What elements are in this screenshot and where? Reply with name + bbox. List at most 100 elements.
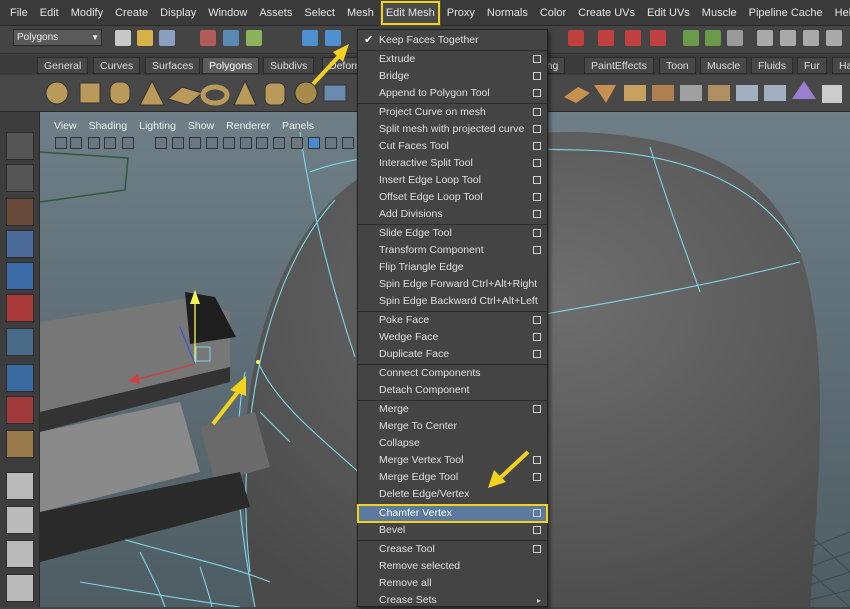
ipr-render-icon[interactable]	[705, 30, 721, 46]
menu-help[interactable]: Help	[829, 0, 850, 26]
output-ops-icon[interactable]	[625, 30, 641, 46]
menu-item-bevel[interactable]: Bevel	[358, 522, 547, 539]
universal-manip-icon[interactable]	[6, 328, 34, 356]
history-icon[interactable]	[568, 30, 584, 46]
menu-item-bridge[interactable]: Bridge	[358, 68, 547, 85]
menu-item-spin-edge-forward-ctrl-alt-right[interactable]: Spin Edge Forward Ctrl+Alt+Right	[358, 276, 547, 293]
viewport-menu-lighting[interactable]: Lighting	[133, 118, 182, 134]
option-box-icon[interactable]	[533, 108, 541, 116]
menu-item-slide-edge-tool[interactable]: Slide Edge Tool	[358, 225, 547, 242]
shelf-tab-curves[interactable]: Curves	[93, 57, 141, 74]
grid-toggle-icon[interactable]	[122, 137, 134, 149]
attribute-editor-icon[interactable]	[757, 30, 773, 46]
menu-edit[interactable]: Edit	[34, 0, 65, 26]
option-box-icon[interactable]	[533, 456, 541, 464]
menu-color[interactable]: Color	[534, 0, 572, 26]
scale-tool-icon[interactable]	[6, 294, 34, 322]
menu-item-detach-component[interactable]: Detach Component	[358, 382, 547, 399]
rotate-tool-icon[interactable]	[6, 262, 34, 290]
option-box-icon[interactable]	[533, 89, 541, 97]
menu-item-append-to-polygon-tool[interactable]: Append to Polygon Tool	[358, 85, 547, 102]
option-box-icon[interactable]	[533, 229, 541, 237]
option-box-icon[interactable]	[533, 246, 541, 254]
outliner-layout-icon[interactable]	[6, 540, 34, 568]
shelf-tab-toon[interactable]: Toon	[659, 57, 696, 74]
shelf-tab-ha[interactable]: Ha	[832, 57, 850, 74]
shelf-polygon-tools[interactable]	[560, 77, 850, 109]
camera-attr-icon[interactable]	[70, 137, 82, 149]
last-tool-icon[interactable]	[6, 430, 34, 458]
show-manip-icon[interactable]	[6, 396, 34, 424]
option-box-icon[interactable]	[533, 193, 541, 201]
shadows-icon[interactable]	[240, 137, 252, 149]
menu-item-poke-face[interactable]: Poke Face	[358, 312, 547, 329]
menu-item-interactive-split-tool[interactable]: Interactive Split Tool	[358, 155, 547, 172]
select-tool-icon[interactable]	[6, 132, 34, 160]
shelf-tab-fur[interactable]: Fur	[797, 57, 827, 74]
open-scene-icon[interactable]	[137, 30, 153, 46]
soft-mod-icon[interactable]	[6, 364, 34, 392]
single-view-icon[interactable]	[6, 472, 34, 500]
shelf-tab-polygons[interactable]: Polygons	[202, 57, 260, 74]
option-box-icon[interactable]	[533, 72, 541, 80]
option-box-icon[interactable]	[533, 526, 541, 534]
save-scene-icon[interactable]	[159, 30, 175, 46]
wireframe-on-shaded-icon[interactable]	[189, 137, 201, 149]
menu-item-transform-component[interactable]: Transform Component	[358, 242, 547, 259]
xray-active-icon[interactable]	[342, 137, 354, 149]
menu-item-split-mesh-with-projected-curve[interactable]: Split mesh with projected curve	[358, 121, 547, 138]
menu-item-duplicate-face[interactable]: Duplicate Face	[358, 346, 547, 363]
four-view-icon[interactable]	[6, 506, 34, 534]
menu-proxy[interactable]: Proxy	[441, 0, 481, 26]
menu-create-uvs[interactable]: Create UVs	[572, 0, 641, 26]
menu-item-wedge-face[interactable]: Wedge Face	[358, 329, 547, 346]
menu-select[interactable]: Select	[298, 0, 341, 26]
menu-item-cut-faces-tool[interactable]: Cut Faces Tool	[358, 138, 547, 155]
menu-item-remove-all[interactable]: Remove all	[358, 575, 547, 592]
option-box-icon[interactable]	[533, 333, 541, 341]
smooth-shade-icon[interactable]	[172, 137, 184, 149]
new-scene-icon[interactable]	[115, 30, 131, 46]
option-box-icon[interactable]	[533, 125, 541, 133]
menu-item-crease-tool[interactable]: Crease Tool	[358, 541, 547, 558]
construction-history-icon[interactable]	[650, 30, 666, 46]
render-icon[interactable]	[683, 30, 699, 46]
select-hierarchy-icon[interactable]	[200, 30, 216, 46]
option-box-icon[interactable]	[533, 316, 541, 324]
option-box-icon[interactable]	[533, 142, 541, 150]
menu-item-offset-edge-loop-tool[interactable]: Offset Edge Loop Tool	[358, 189, 547, 206]
textured-icon[interactable]	[206, 137, 218, 149]
viewport-menu-view[interactable]: View	[48, 118, 83, 134]
screen-ao-icon[interactable]	[256, 137, 268, 149]
menu-item-spin-edge-backward-ctrl-alt-left[interactable]: Spin Edge Backward Ctrl+Alt+Left	[358, 293, 547, 310]
menu-item-merge[interactable]: Merge	[358, 401, 547, 418]
option-box-icon[interactable]	[533, 55, 541, 63]
select-component-icon[interactable]	[246, 30, 262, 46]
shelf-tab-fluids[interactable]: Fluids	[751, 57, 794, 74]
menu-item-chamfer-vertex[interactable]: Chamfer Vertex	[357, 504, 548, 523]
menu-edit-mesh[interactable]: Edit Mesh	[379, 0, 441, 26]
viewport-menu-renderer[interactable]: Renderer	[220, 118, 276, 134]
option-box-icon[interactable]	[533, 210, 541, 218]
menu-modify[interactable]: Modify	[65, 0, 109, 26]
viewport-menu-show[interactable]: Show	[182, 118, 220, 134]
lights-icon[interactable]	[223, 137, 235, 149]
menu-mesh[interactable]: Mesh	[341, 0, 380, 26]
input-ops-icon[interactable]	[598, 30, 614, 46]
menu-item-flip-triangle-edge[interactable]: Flip Triangle Edge	[358, 259, 547, 276]
option-box-icon[interactable]	[533, 509, 541, 517]
option-box-icon[interactable]	[533, 159, 541, 167]
shelf-tab-muscle[interactable]: Muscle	[700, 57, 748, 74]
motion-blur-icon[interactable]	[273, 137, 285, 149]
layer-editor-icon[interactable]	[826, 30, 842, 46]
move-tool-icon[interactable]	[6, 230, 34, 258]
menu-item-merge-to-center[interactable]: Merge To Center	[358, 418, 547, 435]
menu-file[interactable]: File	[4, 0, 34, 26]
menu-normals[interactable]: Normals	[481, 0, 534, 26]
option-box-icon[interactable]	[533, 176, 541, 184]
channel-box-icon[interactable]	[803, 30, 819, 46]
paint-select-icon[interactable]	[6, 198, 34, 226]
xray-joints-icon[interactable]	[325, 137, 337, 149]
menu-item-insert-edge-loop-tool[interactable]: Insert Edge Loop Tool	[358, 172, 547, 189]
menu-create[interactable]: Create	[109, 0, 154, 26]
